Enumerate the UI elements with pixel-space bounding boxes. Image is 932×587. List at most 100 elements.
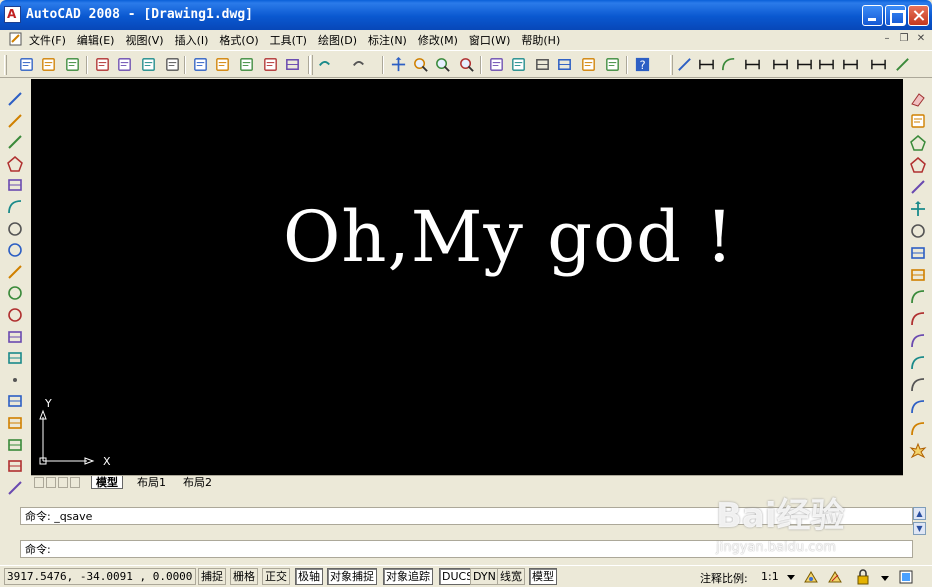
aligned-dim-icon[interactable] <box>698 56 715 73</box>
block-editor-icon[interactable] <box>284 56 301 73</box>
insert-block-icon[interactable] <box>6 328 24 346</box>
doc-close-button[interactable]: ✕ <box>914 33 928 45</box>
zoom-previous-icon[interactable] <box>458 56 475 73</box>
spline-icon[interactable] <box>6 263 24 281</box>
minimize-button[interactable] <box>862 5 883 26</box>
menu-item[interactable]: 绘图(D) <box>318 32 357 48</box>
cut-icon[interactable] <box>192 56 209 73</box>
polygon-icon[interactable] <box>6 155 24 173</box>
doc-minimize-button[interactable]: – <box>880 33 894 45</box>
make-block-icon[interactable] <box>6 349 24 367</box>
drawing-canvas[interactable]: Oh,My god ! Y X <box>31 79 903 475</box>
chamfer-icon[interactable] <box>909 398 927 416</box>
next-tab-button[interactable] <box>58 477 68 488</box>
menu-item[interactable]: 插入(I) <box>175 32 209 48</box>
copy-icon[interactable] <box>214 56 231 73</box>
move-icon[interactable] <box>909 200 927 218</box>
clean-screen-icon[interactable] <box>898 569 914 585</box>
doc-restore-button[interactable]: ❐ <box>897 33 911 45</box>
last-tab-button[interactable] <box>70 477 80 488</box>
toolbar-grip[interactable] <box>310 55 313 75</box>
offset-icon[interactable] <box>909 156 927 174</box>
menu-item[interactable]: 视图(V) <box>125 32 163 48</box>
ellipse-icon[interactable] <box>6 284 24 302</box>
quickcalc-icon[interactable] <box>604 56 621 73</box>
status-toggle-button[interactable]: 模型 <box>529 568 557 585</box>
tab-layout1[interactable]: 布局1 <box>133 476 170 489</box>
tab-model[interactable]: 模型 <box>91 476 123 489</box>
tool-palettes-icon[interactable] <box>534 56 551 73</box>
arc-icon[interactable] <box>6 198 24 216</box>
ellipse-arc-icon[interactable] <box>6 306 24 324</box>
new-icon[interactable] <box>18 56 35 73</box>
baseline-icon[interactable] <box>894 56 911 73</box>
prev-tab-button[interactable] <box>46 477 56 488</box>
trim-icon[interactable] <box>909 288 927 306</box>
line-icon[interactable] <box>6 90 24 108</box>
quick-dim-icon[interactable] <box>870 56 887 73</box>
construction-line-icon[interactable] <box>6 112 24 130</box>
radius-icon[interactable] <box>772 56 789 73</box>
close-button[interactable] <box>908 5 929 26</box>
menu-item[interactable]: 标注(N) <box>368 32 407 48</box>
status-toggle-button[interactable]: 捕捉 <box>198 568 226 585</box>
status-toggle-button[interactable]: 对象追踪 <box>383 568 433 585</box>
circle-icon[interactable] <box>6 220 24 238</box>
rectangle-icon[interactable] <box>6 176 24 194</box>
3d-dwf-icon[interactable] <box>164 56 181 73</box>
array-icon[interactable] <box>909 178 927 196</box>
status-toggle-button[interactable]: DYN <box>470 568 499 585</box>
redo-icon[interactable] <box>350 56 367 73</box>
scale-icon[interactable] <box>909 244 927 262</box>
multiline-text-icon[interactable] <box>6 479 24 497</box>
diameter-icon[interactable] <box>818 56 835 73</box>
ordinate-icon[interactable] <box>744 56 761 73</box>
maximize-button[interactable] <box>885 5 906 26</box>
command-scroll-up[interactable]: ▲ <box>913 507 926 520</box>
jogged-icon[interactable] <box>796 56 813 73</box>
status-menu-icon[interactable] <box>877 569 893 585</box>
autocad-app-icon[interactable] <box>4 6 21 23</box>
zoom-window-icon[interactable] <box>434 56 451 73</box>
gradient-icon[interactable] <box>6 414 24 432</box>
sheet-set-icon[interactable] <box>556 56 573 73</box>
menu-item[interactable]: 编辑(E) <box>77 32 115 48</box>
annotation-visibility-icon[interactable] <box>803 569 819 585</box>
polyline-icon[interactable] <box>6 133 24 151</box>
hatch-icon[interactable] <box>6 392 24 410</box>
lock-icon[interactable] <box>855 569 871 585</box>
arc-length-icon[interactable] <box>720 56 737 73</box>
region-icon[interactable] <box>6 436 24 454</box>
chevron-down-icon[interactable] <box>783 569 799 585</box>
plot-preview-icon[interactable] <box>116 56 133 73</box>
menu-item[interactable]: 格式(O) <box>219 32 258 48</box>
command-scroll-down[interactable]: ▼ <box>913 522 926 535</box>
point-icon[interactable] <box>6 371 24 389</box>
menu-item[interactable]: 文件(F) <box>29 32 66 48</box>
break-icon[interactable] <box>909 354 927 372</box>
markup-icon[interactable] <box>580 56 597 73</box>
status-toggle-button[interactable]: 线宽 <box>497 568 525 585</box>
properties-icon[interactable] <box>488 56 505 73</box>
menu-item[interactable]: 修改(M) <box>418 32 458 48</box>
mirror-icon[interactable] <box>909 134 927 152</box>
save-icon[interactable] <box>64 56 81 73</box>
zoom-realtime-icon[interactable] <box>412 56 429 73</box>
plot-icon[interactable] <box>94 56 111 73</box>
help-icon[interactable]: ? <box>634 56 651 73</box>
drawing-text[interactable]: Oh,My god ! <box>283 196 734 278</box>
copy-object-icon[interactable] <box>909 112 927 130</box>
fillet-icon[interactable] <box>909 420 927 438</box>
status-toggle-button[interactable]: 栅格 <box>230 568 258 585</box>
open-icon[interactable] <box>40 56 57 73</box>
tab-layout2[interactable]: 布局2 <box>179 476 216 489</box>
status-toggle-button[interactable]: 极轴 <box>295 568 323 585</box>
stretch-icon[interactable] <box>909 266 927 284</box>
design-center-icon[interactable] <box>510 56 527 73</box>
revision-cloud-icon[interactable] <box>6 241 24 259</box>
table-icon[interactable] <box>6 457 24 475</box>
toolbar-grip[interactable] <box>670 55 673 75</box>
drawing-document-icon[interactable] <box>9 32 25 46</box>
annotation-scale-dropdown[interactable]: 1:1 <box>761 570 779 583</box>
break-at-point-icon[interactable] <box>909 332 927 350</box>
